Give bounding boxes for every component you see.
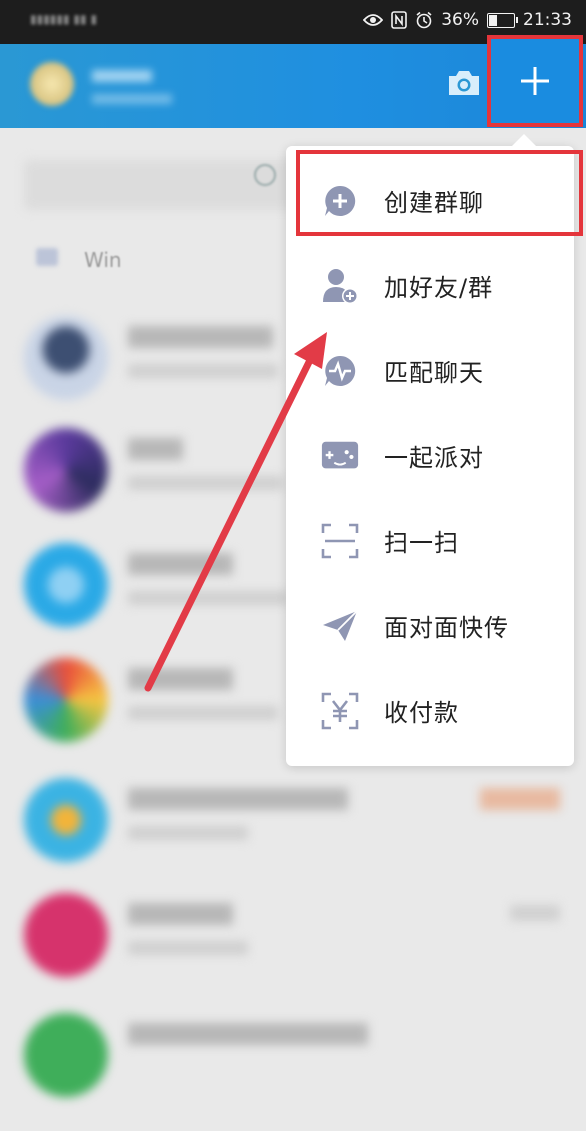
- chat-title-blurred: [128, 438, 183, 460]
- chat-preview-blurred: [128, 941, 248, 955]
- chat-title-blurred: [128, 553, 233, 575]
- menu-item-face-to-face-transfer[interactable]: 面对面快传: [286, 583, 574, 668]
- plus-button-highlight: [487, 35, 583, 127]
- menu-item-label: 面对面快传: [384, 614, 509, 642]
- plus-button[interactable]: [491, 39, 579, 123]
- list-item[interactable]: [0, 893, 586, 1011]
- chat-time-blurred: [510, 905, 560, 921]
- avatar: [24, 543, 108, 627]
- payment-icon: [320, 691, 360, 731]
- user-avatar[interactable]: [30, 62, 74, 106]
- avatar: [24, 893, 108, 977]
- chat-title-blurred: [128, 668, 233, 690]
- battery-fill: [489, 14, 497, 26]
- eye-icon: [363, 14, 384, 26]
- plus-dropdown-menu: 创建群聊 加好友/群 匹配聊天 一起派对 扫一扫 面对面快传 收付款: [286, 134, 574, 766]
- menu-item-label: 扫一扫: [384, 529, 459, 557]
- menu-item-scan[interactable]: 扫一扫: [286, 498, 574, 583]
- menu-item-match-chat[interactable]: 匹配聊天: [286, 328, 574, 413]
- nfc-icon: [391, 11, 408, 29]
- alarm-icon: [416, 11, 432, 29]
- search-icon: [254, 164, 276, 186]
- chat-title-blurred: [128, 1023, 368, 1045]
- list-item[interactable]: [0, 1013, 586, 1131]
- menu-item-label: 创建群聊: [384, 189, 484, 217]
- chat-title-blurred: [128, 788, 348, 810]
- menu-item-label: 匹配聊天: [384, 359, 484, 387]
- status-icons: 36% 21:33: [363, 10, 572, 30]
- avatar: [24, 1013, 108, 1097]
- scan-icon: [320, 521, 360, 561]
- camera-icon: [449, 71, 479, 95]
- menu-item-payment[interactable]: 收付款: [286, 668, 574, 753]
- menu-item-create-group-chat[interactable]: 创建群聊: [286, 158, 574, 243]
- send-plane-icon: [320, 606, 360, 646]
- chat-title-blurred: [128, 903, 233, 925]
- menu-item-label: 加好友/群: [384, 274, 494, 302]
- chat-preview-blurred: [128, 706, 278, 720]
- add-chat-icon: [320, 181, 360, 221]
- chat-preview-blurred: [128, 364, 278, 378]
- menu-item-label: 一起派对: [384, 444, 484, 472]
- battery-percent: 36%: [441, 10, 479, 30]
- add-friend-icon: [320, 266, 360, 306]
- battery-icon: [487, 12, 518, 28]
- menu-item-label: 收付款: [384, 699, 459, 727]
- list-item[interactable]: [0, 778, 586, 896]
- user-name-blurred: [92, 70, 152, 82]
- plus-icon: [521, 67, 549, 95]
- party-game-icon: [320, 436, 360, 476]
- avatar: [24, 316, 108, 400]
- menu-item-add-friend[interactable]: 加好友/群: [286, 243, 574, 328]
- match-chat-icon: [320, 351, 360, 391]
- chat-preview-blurred: [128, 826, 248, 840]
- avatar: [24, 778, 108, 862]
- carrier-blur: ▮▮▮▮▮▮ ▮▮ ▮: [30, 12, 98, 26]
- avatar: [24, 658, 108, 742]
- avatar: [24, 428, 108, 512]
- camera-button[interactable]: [446, 68, 482, 98]
- menu-item-party[interactable]: 一起派对: [286, 413, 574, 498]
- chat-preview-blurred: [128, 476, 283, 490]
- notice-icon: [36, 248, 58, 266]
- chat-preview-blurred: [128, 591, 288, 605]
- user-status-blurred: [92, 94, 172, 104]
- chat-title-blurred: [128, 326, 273, 348]
- clock: 21:33: [523, 10, 572, 30]
- notice-text: Win: [84, 248, 122, 272]
- chat-time-blurred: [480, 788, 560, 810]
